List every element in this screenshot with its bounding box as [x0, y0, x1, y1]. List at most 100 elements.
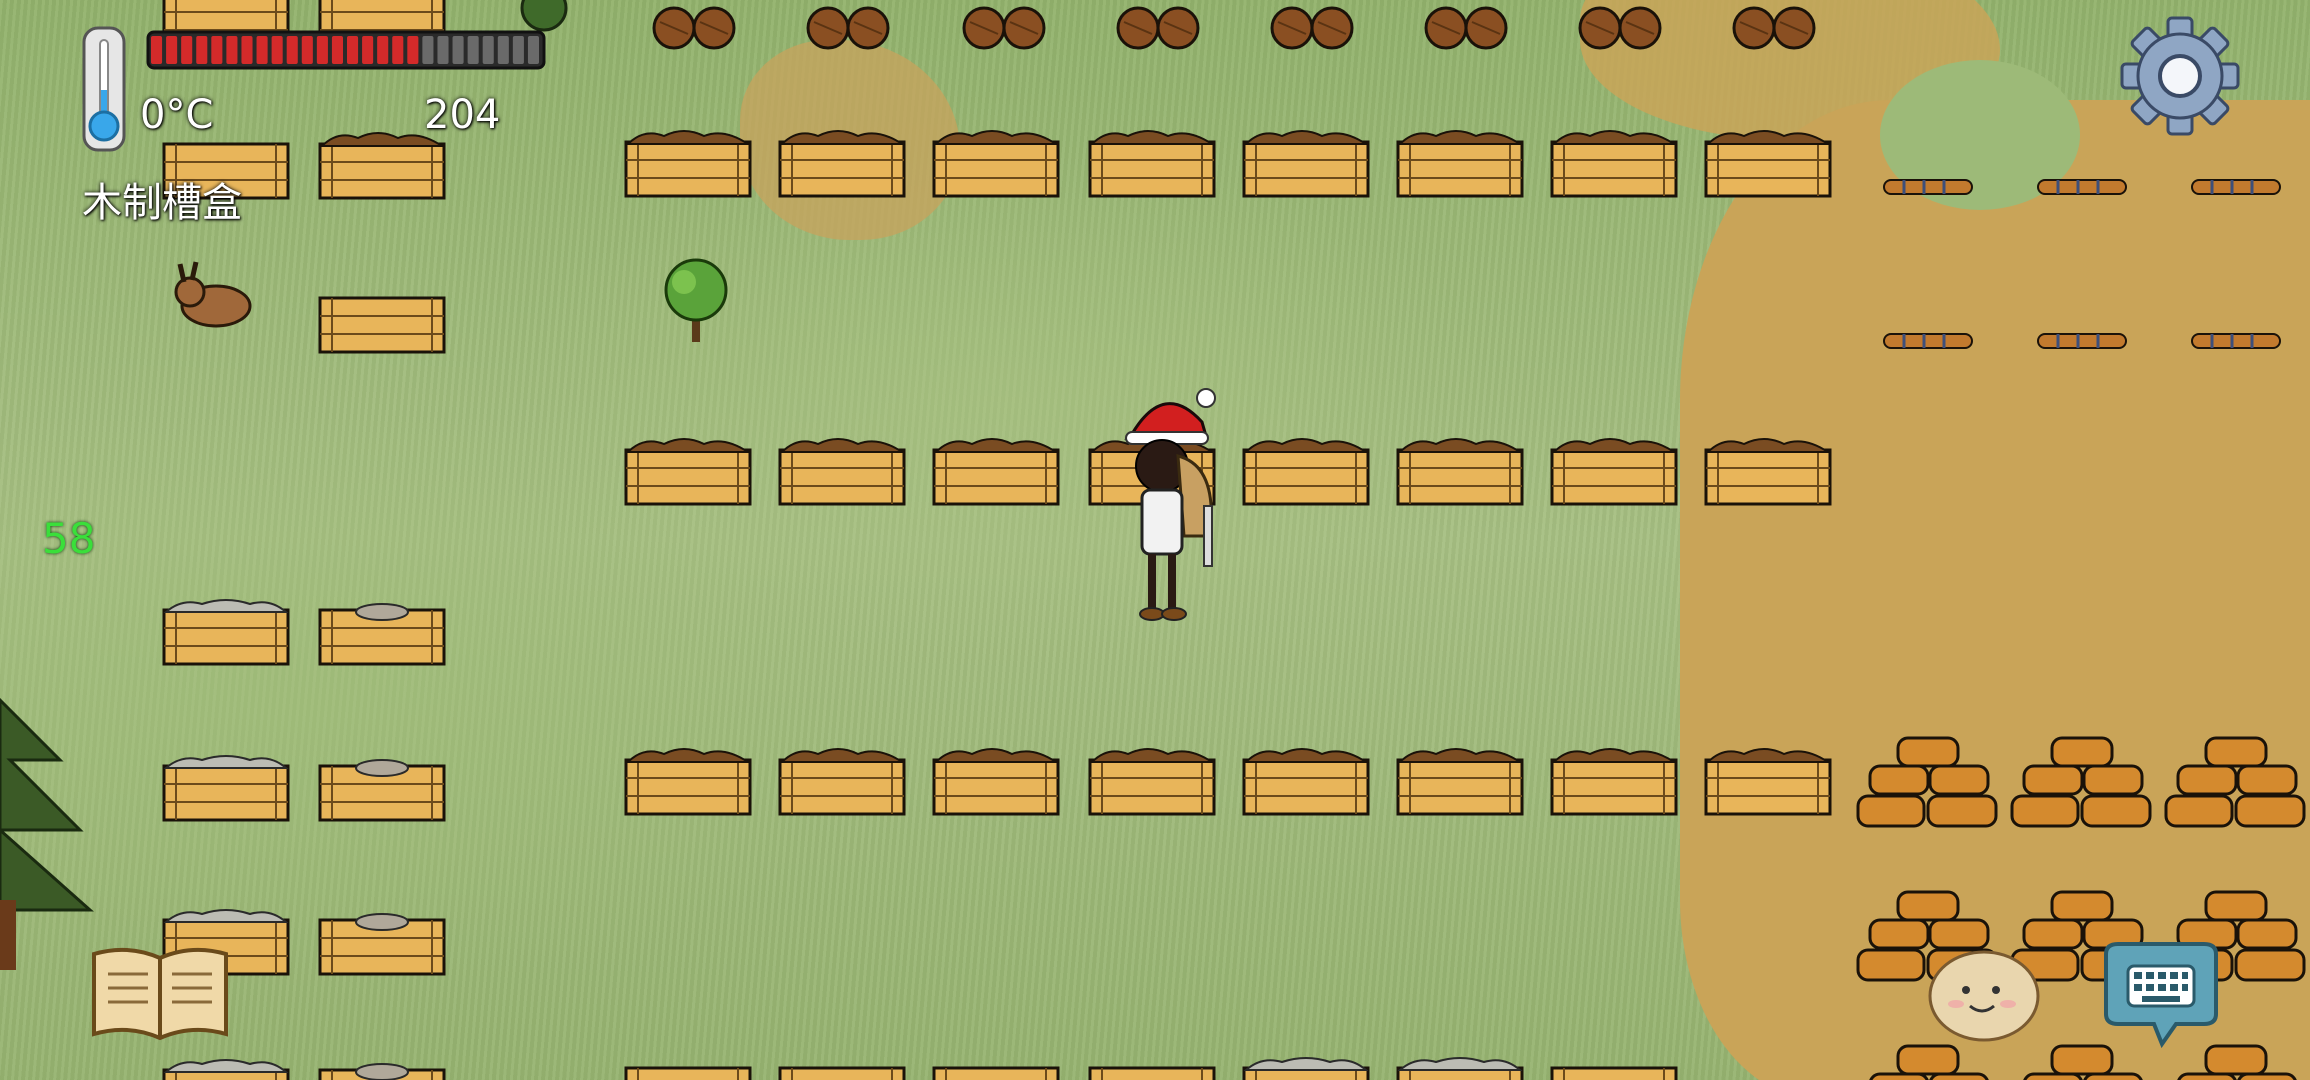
- food-meter-segment: [422, 36, 434, 64]
- food-meter-segment: [347, 36, 359, 64]
- crate-row-4: [624, 1058, 1678, 1080]
- soil-crate[interactable]: [1398, 439, 1522, 504]
- soil-crate[interactable]: [1244, 131, 1368, 196]
- food-meter: [146, 30, 546, 70]
- held-item-label: 木制槽盒: [82, 180, 242, 226]
- food-meter-segment: [271, 36, 283, 64]
- wooden-crate-stone[interactable]: [320, 760, 444, 820]
- food-meter-segment: [407, 36, 419, 64]
- planted-crate[interactable]: [1088, 1066, 1216, 1080]
- keyboard-chat-icon[interactable]: [2096, 940, 2226, 1050]
- carrot-plant[interactable]: [2036, 178, 2128, 196]
- soil-crate[interactable]: [1090, 749, 1214, 814]
- planted-crate[interactable]: [1550, 1066, 1678, 1080]
- wooden-crate-wool[interactable]: [164, 1060, 288, 1080]
- berry-stump[interactable]: [1116, 6, 1200, 50]
- planted-crate[interactable]: [624, 1066, 752, 1080]
- food-meter-segment: [331, 36, 343, 64]
- berry-bush[interactable]: [520, 0, 568, 32]
- player-character[interactable]: [1110, 386, 1230, 626]
- carrot-plant[interactable]: [1882, 178, 1974, 196]
- soil-crate[interactable]: [1552, 439, 1676, 504]
- soil-crate[interactable]: [934, 439, 1058, 504]
- berry-stump[interactable]: [1424, 6, 1508, 50]
- wooden-crate-stone[interactable]: [320, 914, 444, 974]
- food-counter: 204: [424, 92, 501, 138]
- carrot-plant[interactable]: [2036, 332, 2128, 350]
- rabbit[interactable]: [174, 261, 252, 328]
- food-meter-segment: [452, 36, 464, 64]
- food-meter-segment: [437, 36, 449, 64]
- food-meter-segment: [181, 36, 193, 64]
- food-meter-segment: [527, 36, 539, 64]
- soil-crate[interactable]: [1552, 749, 1676, 814]
- wooden-crate[interactable]: [318, 296, 446, 354]
- thermometer-icon: [82, 26, 126, 152]
- food-meter-segment: [241, 36, 253, 64]
- game-world[interactable]: [0, 0, 2310, 1080]
- sapling[interactable]: [664, 258, 728, 342]
- berry-stump[interactable]: [962, 6, 1046, 50]
- soil-crate[interactable]: [934, 749, 1058, 814]
- soil-crate[interactable]: [934, 131, 1058, 196]
- soil-crate[interactable]: [626, 749, 750, 814]
- log-pile[interactable]: [2010, 1044, 2152, 1080]
- food-meter-segment: [362, 36, 374, 64]
- log-piles: [1856, 736, 2306, 1080]
- soil-crate[interactable]: [1244, 749, 1368, 814]
- carrot-rows: [1882, 178, 2282, 350]
- planted-crate[interactable]: [1244, 1058, 1368, 1080]
- food-meter-segment: [482, 36, 494, 64]
- planted-crate[interactable]: [932, 1066, 1060, 1080]
- food-meter-segment: [256, 36, 268, 64]
- food-meter-segment: [226, 36, 238, 64]
- carrot-plant[interactable]: [2190, 178, 2282, 196]
- berry-stump[interactable]: [806, 6, 890, 50]
- planted-crate[interactable]: [1398, 1058, 1522, 1080]
- log-pile[interactable]: [1856, 736, 1998, 828]
- soil-crate[interactable]: [1398, 131, 1522, 196]
- soil-crate[interactable]: [1398, 749, 1522, 814]
- log-pile[interactable]: [2164, 736, 2306, 828]
- soil-crate[interactable]: [780, 439, 904, 504]
- log-pile[interactable]: [2164, 1044, 2306, 1080]
- soil-crate[interactable]: [780, 131, 904, 196]
- food-meter-segment: [512, 36, 524, 64]
- soil-crate[interactable]: [1706, 131, 1830, 196]
- log-pile[interactable]: [2010, 736, 2152, 828]
- berry-stump[interactable]: [1732, 6, 1816, 50]
- soil-crate[interactable]: [1090, 131, 1214, 196]
- berry-stump[interactable]: [1578, 6, 1662, 50]
- potato-face-icon[interactable]: [1926, 948, 2042, 1044]
- pine-tree[interactable]: [0, 697, 94, 970]
- food-meter-segment: [392, 36, 404, 64]
- food-meter-segment: [316, 36, 328, 64]
- wooden-crate-stone[interactable]: [320, 604, 444, 664]
- soil-crate[interactable]: [1706, 439, 1830, 504]
- carrot-plant[interactable]: [1882, 332, 1974, 350]
- wooden-crate-wool[interactable]: [164, 600, 288, 664]
- fps-counter: 58: [42, 514, 96, 563]
- soil-crate[interactable]: [1552, 131, 1676, 196]
- soil-crate[interactable]: [780, 749, 904, 814]
- berry-stump[interactable]: [1270, 6, 1354, 50]
- food-meter-segment: [166, 36, 178, 64]
- log-pile[interactable]: [1856, 1044, 1998, 1080]
- wooden-crate-wool[interactable]: [164, 756, 288, 820]
- soil-crate[interactable]: [626, 131, 750, 196]
- crate-row-3: [626, 749, 1830, 814]
- wooden-crate-stone[interactable]: [320, 1064, 444, 1080]
- carrot-plant[interactable]: [2190, 332, 2282, 350]
- food-meter-segment: [151, 36, 163, 64]
- food-meter-segment: [467, 36, 479, 64]
- soil-crate[interactable]: [626, 439, 750, 504]
- planted-crate[interactable]: [778, 1066, 906, 1080]
- soil-crate[interactable]: [1244, 439, 1368, 504]
- food-meter-segment: [211, 36, 223, 64]
- temperature-readout: 0°C: [140, 92, 214, 138]
- wooden-crate-soil[interactable]: [320, 133, 444, 198]
- gear-icon[interactable]: [2118, 14, 2242, 138]
- soil-crate[interactable]: [1706, 749, 1830, 814]
- berry-stump[interactable]: [652, 6, 736, 50]
- open-book-icon[interactable]: [88, 944, 232, 1044]
